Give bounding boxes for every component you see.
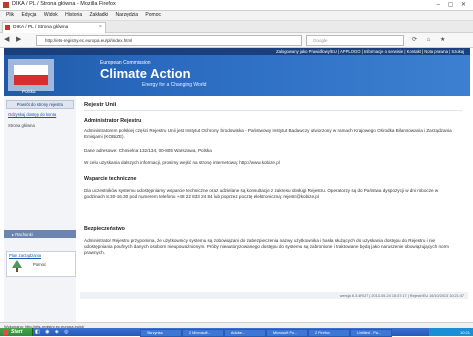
forward-button[interactable]: ▶ [16,35,21,43]
menu-history[interactable]: Historia [65,12,82,18]
window-titlebar: DIKA / PL / Strona główna - Mozilla Fire… [0,0,473,11]
sidebar: Powrót do strony rejestru Odzyskaj dostę… [4,96,76,322]
window-title: DIKA / PL / Strona główna - Mozilla Fire… [12,1,116,7]
poland-flag-icon [8,59,54,91]
menu-edit[interactable]: Edycja [21,12,36,18]
sidebar-item-home[interactable]: Strona główna [8,123,35,128]
section-support-title: Wsparcie techniczne [84,176,137,182]
quick-launch-icons[interactable]: ◧ ◉ ◈ ◎ [35,329,70,335]
url-bar[interactable]: http://ets-registry.ec.europa.eu/pl/inde… [36,35,302,46]
url-text: http://ets-registry.ec.europa.eu/pl/inde… [45,37,133,43]
divider [84,110,462,111]
page-title: Rejestr Unii [84,102,117,108]
main-content: Rejestr Unii Administrator Rejestru Admi… [80,96,468,322]
section-security-text: Administrator Rejestru przypomina, że uż… [84,238,449,256]
site-top-links-bar: Zalogowany jako Prawidłowy/EU | APPLOGO … [4,48,470,55]
section-support-text: Dla uczestników systemu udostępniamy wsp… [84,188,439,200]
country-label: Polska [22,89,36,94]
start-label: Start [11,329,23,335]
section-admin-info: W celu uzyskania dalszych informacji, pr… [84,160,280,165]
back-to-registry-link[interactable]: Powrót do strony rejestru [6,100,74,109]
back-button[interactable]: ◀ [4,35,9,43]
window-controls[interactable]: ‒ ▢ ✕ [437,1,469,8]
windows-logo-icon [3,329,8,335]
toolbar-icons[interactable]: ⟳ ⌂ ★ [412,36,449,43]
start-button[interactable]: Start [0,328,33,336]
site-title: Climate Action [100,66,191,81]
tab-close-icon[interactable]: × [99,24,102,30]
section-security-title: Bezpieczeństwo [84,226,125,232]
search-placeholder: Google [313,37,328,43]
menu-help[interactable]: Pomoc [145,12,161,18]
browser-tab[interactable]: DIKA / PL / Strona główna × [2,22,106,33]
sidebar-nav-label: ▸ Rachunki [12,231,33,237]
site-top-links[interactable]: Zalogowany jako Prawidłowy/EU | APPLOGO … [276,49,464,54]
menu-bar: Plik Edycja Widok Historia Zakładki Narz… [0,11,473,21]
navigation-bar: ◀ ▶ http://ets-registry.ec.europa.eu/pl/… [0,33,473,48]
sidebar-box: Plan zarządzania Pomoc [6,251,76,277]
section-admin-title: Administrator Rejestru [84,118,142,124]
version-info: wersja 6.3.4R/27 | 2013-05-24 15:37:17 |… [339,293,464,298]
sidebar-link-recover-access[interactable]: Odzyskaj dostęp do konta [8,112,56,117]
menu-bookmarks[interactable]: Zakładki [90,12,109,18]
tab-label: DIKA / PL / Strona główna [13,25,69,30]
menu-view[interactable]: Widok [44,12,58,18]
tab-favicon [5,25,10,30]
firefox-icon [3,2,9,8]
site-tagline: Energy for a Changing World [142,82,207,88]
site-banner: Polska European Commission Climate Actio… [4,55,470,96]
system-tray: 10:21 [429,328,473,336]
sidebar-box-link[interactable]: Plan zarządzania [9,253,41,258]
menu-file[interactable]: Plik [6,12,14,18]
section-admin-text: Administratorem polskiej części Rejestru… [84,128,452,140]
menu-tools[interactable]: Narzędzia [116,12,139,18]
sidebar-nav-accounts[interactable]: ▸ Rachunki [4,230,76,238]
section-admin-address: Dane adresowe: Chmielna 132/134, 00-805 … [84,148,212,153]
search-input[interactable]: Google [306,35,404,46]
tree-icon [12,260,22,272]
content-footer: wersja 6.3.4R/27 | 2013-05-24 15:37:17 |… [80,292,468,299]
clock: 10:21 [459,329,470,335]
sidebar-box-sub[interactable]: Pomoc [33,262,46,267]
taskbar: Start ◧ ◉ ◈ ◎ Skrzynka 2 Microsoft... Ad… [0,328,473,337]
tab-bar: DIKA / PL / Strona główna × [0,21,473,33]
